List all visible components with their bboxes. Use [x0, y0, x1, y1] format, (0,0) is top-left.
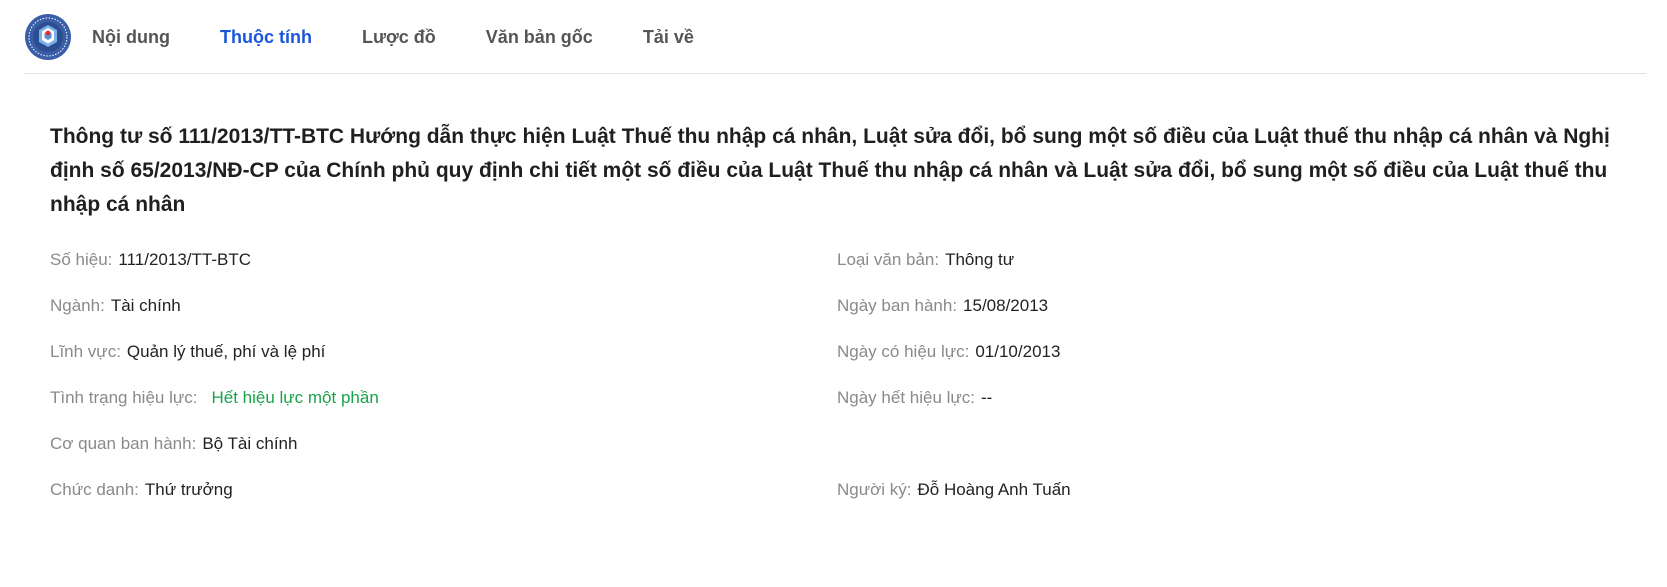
document-properties-panel: Thông tư số 111/2013/TT-BTC Hướng dẫn th… [50, 120, 1630, 499]
property-ngay-het-hieu-luc: Ngày hết hiệu lực: -- [837, 386, 992, 410]
property-label: Số hiệu: [50, 250, 113, 269]
property-co-quan-ban-hanh: Cơ quan ban hành: Bộ Tài chính [50, 432, 297, 456]
tab-list: Nội dung Thuộc tính Lược đồ Văn bản gốc … [92, 0, 744, 74]
property-value: 111/2013/TT-BTC [118, 250, 251, 269]
property-value: Đỗ Hoàng Anh Tuấn [917, 480, 1071, 499]
property-loai-van-ban: Loại văn bản: Thông tư [837, 248, 1014, 272]
top-navigation-bar: Nội dung Thuộc tính Lược đồ Văn bản gốc … [24, 0, 1646, 74]
property-value: 15/08/2013 [963, 296, 1049, 315]
property-nguoi-ky: Người ký: Đỗ Hoàng Anh Tuấn [837, 478, 1071, 502]
property-label: Người ký: [837, 480, 912, 499]
property-label: Chức danh: [50, 480, 139, 499]
tab-van-ban-goc[interactable]: Văn bản gốc [486, 0, 593, 74]
property-chuc-danh: Chức danh: Thứ trưởng [50, 478, 233, 502]
property-value: Thứ trưởng [144, 480, 233, 499]
property-value: -- [981, 388, 993, 407]
property-value: 01/10/2013 [975, 342, 1061, 361]
status-badge: Hết hiệu lực một phần [211, 388, 379, 407]
property-label: Tình trạng hiệu lực: [50, 388, 198, 407]
tab-luoc-do[interactable]: Lược đồ [362, 0, 436, 74]
property-label: Ngày có hiệu lực: [837, 342, 970, 361]
property-so-hieu: Số hiệu: 111/2013/TT-BTC [50, 248, 251, 272]
property-label: Cơ quan ban hành: [50, 434, 197, 453]
property-value: Quản lý thuế, phí và lệ phí [126, 342, 326, 361]
property-tinh-trang-hieu-luc: Tình trạng hiệu lực: Hết hiệu lực một phầ… [50, 386, 379, 410]
property-label: Ngành: [50, 296, 105, 315]
property-label: Ngày hết hiệu lực: [837, 388, 976, 407]
property-label: Ngày ban hành: [837, 296, 958, 315]
page: Nội dung Thuộc tính Lược đồ Văn bản gốc … [0, 0, 1667, 587]
property-linh-vuc: Lĩnh vực: Quản lý thuế, phí và lệ phí [50, 340, 325, 364]
property-ngay-ban-hanh: Ngày ban hành: 15/08/2013 [837, 294, 1048, 318]
property-label: Lĩnh vực: [50, 342, 121, 361]
tab-tai-ve[interactable]: Tải về [643, 0, 694, 74]
property-value: Tài chính [110, 296, 181, 315]
property-nganh: Ngành: Tài chính [50, 294, 181, 318]
property-ngay-co-hieu-luc: Ngày có hiệu lực: 01/10/2013 [837, 340, 1060, 364]
tab-thuoc-tinh[interactable]: Thuộc tính [220, 0, 312, 74]
tab-noi-dung[interactable]: Nội dung [92, 0, 170, 74]
government-seal-logo-icon[interactable] [24, 13, 72, 61]
property-label: Loại văn bản: [837, 250, 940, 269]
document-title: Thông tư số 111/2013/TT-BTC Hướng dẫn th… [50, 125, 1610, 216]
property-value: Thông tư [945, 250, 1015, 269]
property-value: Bộ Tài chính [202, 434, 298, 453]
